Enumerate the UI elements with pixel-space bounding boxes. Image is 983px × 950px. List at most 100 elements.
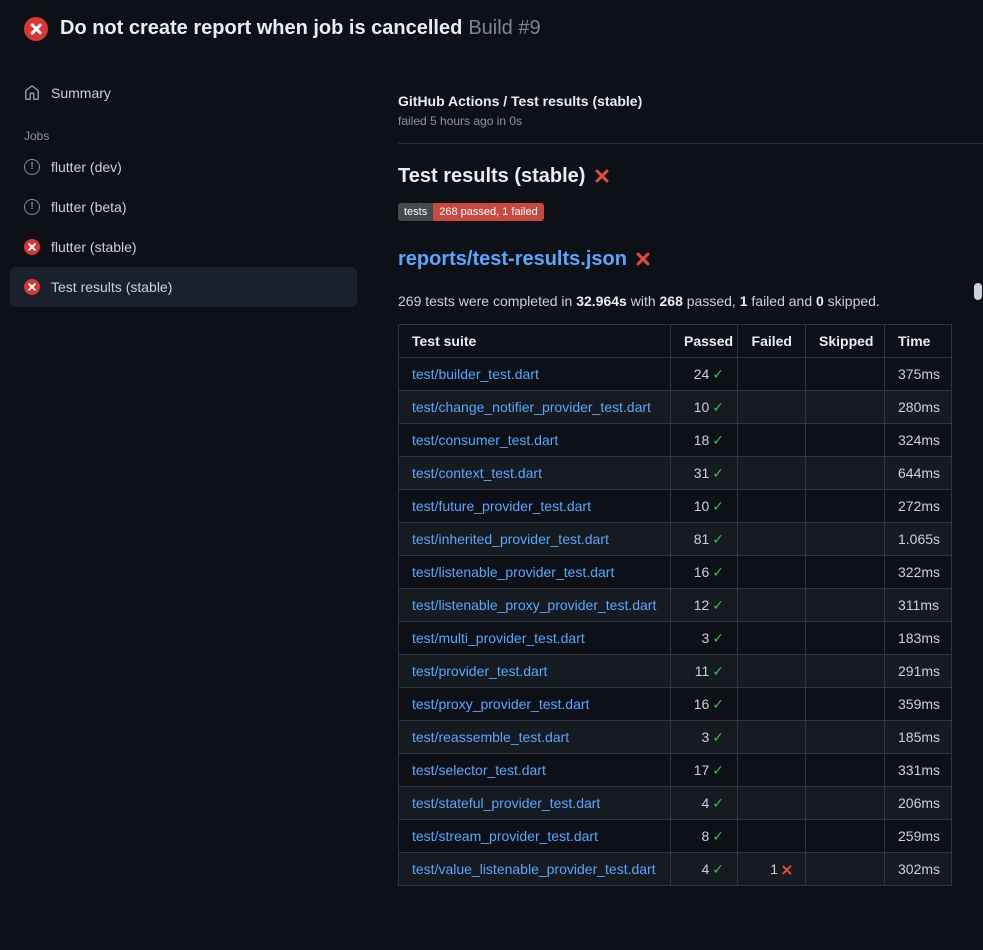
- cross-mark-icon: [636, 251, 651, 266]
- failed-cell: [738, 622, 806, 655]
- table-row: test/reassemble_test.dart 3✓ 185ms: [399, 721, 952, 754]
- sidebar-job-item[interactable]: ! flutter (beta): [10, 187, 357, 227]
- failed-cell: 1: [738, 853, 806, 886]
- report-file-link[interactable]: reports/test-results.json: [398, 248, 627, 270]
- run-status-line: failed 5 hours ago in 0s: [398, 114, 983, 128]
- section-title-text: Test results (stable): [398, 165, 585, 187]
- time-cell: 322ms: [885, 556, 952, 589]
- table-row: test/stateful_provider_test.dart 4✓ 206m…: [399, 787, 952, 820]
- skipped-cell: [806, 523, 885, 556]
- passed-cell: 16✓: [671, 556, 738, 589]
- test-suite-link[interactable]: test/context_test.dart: [412, 465, 542, 481]
- failed-cell: [738, 589, 806, 622]
- test-suite-link[interactable]: test/provider_test.dart: [412, 663, 547, 679]
- check-icon: ✓: [712, 696, 724, 712]
- check-icon: ✓: [712, 795, 724, 811]
- sidebar-job-item[interactable]: ! flutter (stable): [10, 227, 357, 267]
- time-cell: 302ms: [885, 853, 952, 886]
- failed-cell: [738, 424, 806, 457]
- check-icon: ✓: [712, 762, 724, 778]
- skipped-cell: [806, 688, 885, 721]
- time-cell: 324ms: [885, 424, 952, 457]
- passed-cell: 18✓: [671, 424, 738, 457]
- passed-cell: 3✓: [671, 721, 738, 754]
- x-icon: [31, 23, 42, 34]
- test-suite-link[interactable]: test/selector_test.dart: [412, 762, 546, 778]
- check-icon: ✓: [712, 465, 724, 481]
- time-cell: 259ms: [885, 820, 952, 853]
- table-row: test/value_listenable_provider_test.dart…: [399, 853, 952, 886]
- check-icon: ✓: [712, 630, 724, 646]
- test-suite-cell: test/proxy_provider_test.dart: [399, 688, 671, 721]
- test-suite-link[interactable]: test/stream_provider_test.dart: [412, 828, 598, 844]
- test-suite-cell: test/value_listenable_provider_test.dart: [399, 853, 671, 886]
- failed-cell: [738, 820, 806, 853]
- passed-cell: 11✓: [671, 655, 738, 688]
- col-header-time: Time: [885, 325, 952, 358]
- check-icon: ✓: [712, 432, 724, 448]
- failed-cell: [738, 655, 806, 688]
- skipped-cell: [806, 457, 885, 490]
- test-suite-link[interactable]: test/reassemble_test.dart: [412, 729, 569, 745]
- test-suite-cell: test/stream_provider_test.dart: [399, 820, 671, 853]
- time-cell: 1.065s: [885, 523, 952, 556]
- passed-cell: 4✓: [671, 853, 738, 886]
- failed-status-icon: [24, 279, 40, 295]
- test-suite-link[interactable]: test/multi_provider_test.dart: [412, 630, 585, 646]
- sidebar-jobs-list: ! flutter (dev) ! flutter (beta) ! flutt…: [10, 147, 357, 307]
- skipped-cell: [806, 490, 885, 523]
- layout: Summary Jobs ! flutter (dev) ! flutter (…: [0, 57, 983, 886]
- scrollbar-thumb[interactable]: [974, 283, 982, 300]
- col-header-failed: Failed: [738, 325, 806, 358]
- sidebar-job-item[interactable]: ! flutter (dev): [10, 147, 357, 187]
- time-cell: 291ms: [885, 655, 952, 688]
- test-suite-link[interactable]: test/listenable_provider_test.dart: [412, 564, 614, 580]
- table-header-row: Test suite Passed Failed Skipped Time: [399, 325, 952, 358]
- table-row: test/change_notifier_provider_test.dart …: [399, 391, 952, 424]
- col-header-skipped: Skipped: [806, 325, 885, 358]
- test-suite-link[interactable]: test/stateful_provider_test.dart: [412, 795, 600, 811]
- test-suite-link[interactable]: test/proxy_provider_test.dart: [412, 696, 589, 712]
- table-row: test/listenable_provider_test.dart 16✓ 3…: [399, 556, 952, 589]
- test-results-table: Test suite Passed Failed Skipped Time te…: [398, 324, 952, 886]
- table-row: test/multi_provider_test.dart 3✓ 183ms: [399, 622, 952, 655]
- test-suite-link[interactable]: test/value_listenable_provider_test.dart: [412, 861, 656, 877]
- passed-cell: 81✓: [671, 523, 738, 556]
- time-cell: 206ms: [885, 787, 952, 820]
- sidebar-job-label: Test results (stable): [51, 279, 172, 295]
- build-number: Build #9: [468, 17, 540, 39]
- test-suite-link[interactable]: test/change_notifier_provider_test.dart: [412, 399, 651, 415]
- run-title-text: Do not create report when job is cancell…: [60, 17, 462, 39]
- sidebar-job-item[interactable]: ! Test results (stable): [10, 267, 357, 307]
- test-suite-link[interactable]: test/builder_test.dart: [412, 366, 539, 382]
- test-suite-link[interactable]: test/consumer_test.dart: [412, 432, 558, 448]
- time-cell: 375ms: [885, 358, 952, 391]
- col-header-passed: Passed: [671, 325, 738, 358]
- test-suite-cell: test/selector_test.dart: [399, 754, 671, 787]
- check-run-header: Do not create report when job is cancell…: [0, 0, 983, 57]
- table-row: test/selector_test.dart 17✓ 331ms: [399, 754, 952, 787]
- col-header-test-suite: Test suite: [399, 325, 671, 358]
- test-suite-link[interactable]: test/listenable_proxy_provider_test.dart: [412, 597, 656, 613]
- skipped-cell: [806, 721, 885, 754]
- jobs-section-label: Jobs: [24, 129, 357, 143]
- failed-cell: [738, 556, 806, 589]
- home-icon: [24, 85, 40, 101]
- check-icon: ✓: [712, 531, 724, 547]
- passed-cell: 24✓: [671, 358, 738, 391]
- test-suite-link[interactable]: test/future_provider_test.dart: [412, 498, 591, 514]
- passed-cell: 17✓: [671, 754, 738, 787]
- skipped-cell: [806, 853, 885, 886]
- sidebar-job-label: flutter (stable): [51, 239, 137, 255]
- table-row: test/listenable_proxy_provider_test.dart…: [399, 589, 952, 622]
- sidebar-item-summary[interactable]: Summary: [10, 73, 357, 113]
- passed-cell: 8✓: [671, 820, 738, 853]
- test-suite-cell: test/consumer_test.dart: [399, 424, 671, 457]
- test-suite-link[interactable]: test/inherited_provider_test.dart: [412, 531, 609, 547]
- failed-cell: [738, 721, 806, 754]
- breadcrumb: GitHub Actions / Test results (stable): [398, 93, 983, 109]
- scrollbar-track[interactable]: [973, 0, 983, 950]
- test-suite-cell: test/reassemble_test.dart: [399, 721, 671, 754]
- x-icon: [781, 864, 792, 875]
- test-suite-cell: test/listenable_provider_test.dart: [399, 556, 671, 589]
